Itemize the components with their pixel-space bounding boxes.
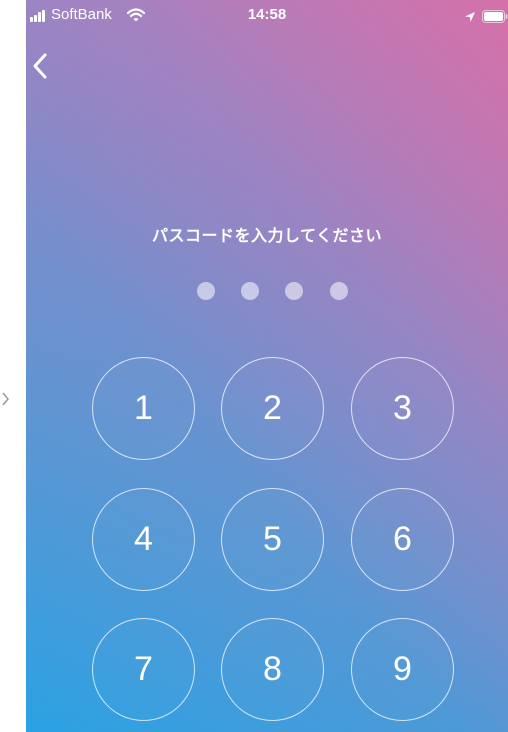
passcode-dot [285, 282, 303, 300]
passcode-dots [26, 282, 508, 300]
chevron-left-icon [33, 53, 47, 79]
keypad-key-3[interactable]: 3 [351, 357, 454, 460]
keypad-key-9[interactable]: 9 [351, 618, 454, 721]
status-bar: SoftBank 14:58 [26, 0, 508, 30]
back-button[interactable] [28, 50, 52, 82]
passcode-screen: SoftBank 14:58 パスコードを入力してください 1 2 3 4 5 … [26, 0, 508, 732]
status-time: 14:58 [247, 6, 287, 23]
passcode-dot [330, 282, 348, 300]
passcode-prompt: パスコードを入力してください [151, 226, 383, 245]
keypad-key-5[interactable]: 5 [221, 488, 324, 591]
keypad-key-4[interactable]: 4 [92, 488, 195, 591]
keypad-key-7[interactable]: 7 [92, 618, 195, 721]
location-icon [464, 8, 476, 22]
passcode-dot [241, 282, 259, 300]
keypad-key-6[interactable]: 6 [351, 488, 454, 591]
battery-icon [482, 8, 508, 23]
keypad-key-1[interactable]: 1 [92, 357, 195, 460]
chevron-right-icon [2, 392, 10, 406]
keypad-key-8[interactable]: 8 [221, 618, 324, 721]
keypad-key-2[interactable]: 2 [221, 357, 324, 460]
screenshot-stage: SoftBank 14:58 パスコードを入力してください 1 2 3 4 5 … [0, 0, 508, 732]
passcode-dot [197, 282, 215, 300]
